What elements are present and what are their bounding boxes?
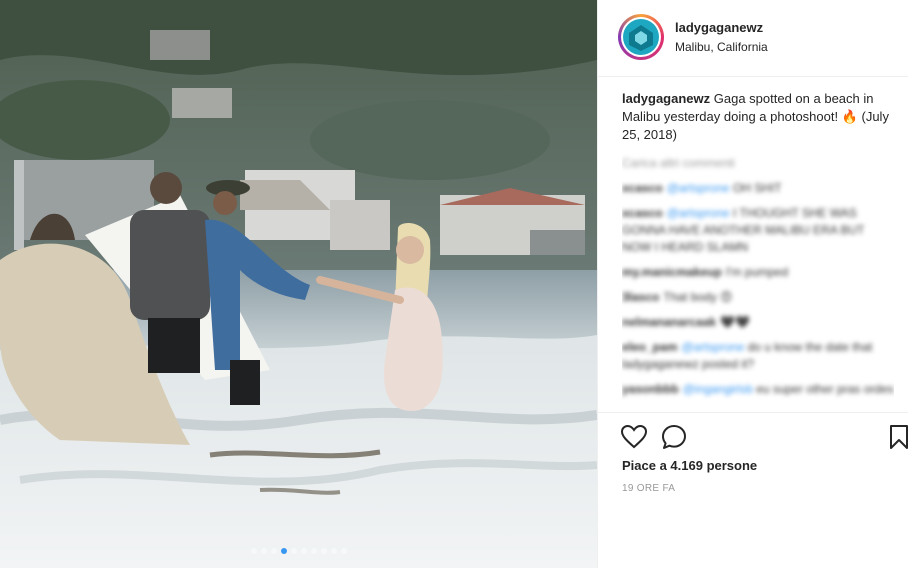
carousel-dot[interactable] [300, 548, 307, 554]
post-photo[interactable] [0, 0, 597, 568]
comment-mention[interactable]: @ingangirlsb [683, 382, 753, 396]
likes-count[interactable]: Piace a 4.169 persone [622, 458, 757, 473]
carousel-dot[interactable] [290, 548, 297, 554]
carousel-dot[interactable] [320, 548, 327, 554]
post-sidebar: ladygaganewz Malibu, California ladygaga… [597, 0, 915, 568]
comment-item: xcasco @artsprone I THOUGHT SHE WAS GONNA… [622, 205, 894, 256]
post-timestamp: 19 ORE FA [622, 483, 676, 494]
carousel-dot[interactable] [330, 548, 337, 554]
carousel-dots [0, 548, 597, 554]
carousel-dot[interactable] [280, 548, 287, 554]
comment-mention[interactable]: @artsprone [667, 206, 730, 220]
comment-mention[interactable]: @artsprone [681, 340, 744, 354]
comment-username[interactable]: xcasco [622, 206, 663, 220]
comment-text: That body 😍 [663, 290, 733, 304]
comment-username[interactable]: 3lasco [622, 290, 659, 304]
comment-item: my.manicmakeup I'm pumped [622, 264, 894, 281]
heart-icon[interactable] [620, 423, 648, 451]
post-header: ladygaganewz Malibu, California [598, 0, 908, 77]
comment-icon[interactable] [660, 423, 688, 451]
comment-item: 3lasco That body 😍 [622, 289, 894, 306]
comment-text: I'm pumped [725, 265, 789, 279]
caption: ladygaganewz Gaga spotted on a beach in … [622, 90, 894, 144]
carousel-dot[interactable] [260, 548, 267, 554]
comment-username[interactable]: eleo_pam [622, 340, 677, 354]
caption-username[interactable]: ladygaganewz [622, 91, 710, 106]
comment-text: OH SHIT [732, 181, 782, 195]
comment-username[interactable]: xcasco [622, 181, 663, 195]
post-actions: Piace a 4.169 persone 19 ORE FA [598, 412, 908, 501]
comments-list[interactable]: ladygaganewz Gaga spotted on a beach in … [622, 90, 894, 408]
comment-username[interactable]: yasonbbb [622, 382, 679, 396]
comment-mention[interactable]: @artsprone [667, 181, 730, 195]
comment-item: nelmananarcaak 🖤🖤 [622, 314, 894, 331]
carousel-dot[interactable] [310, 548, 317, 554]
username-link[interactable]: ladygaganewz [675, 20, 763, 35]
comment-text: eu super other pras ordes [756, 382, 894, 396]
bookmark-icon[interactable] [885, 423, 913, 451]
comment-item: eleo_pam @artsprone do u know the date th… [622, 339, 894, 373]
carousel-dot[interactable] [250, 548, 257, 554]
comment-username[interactable]: nelmananarcaak [622, 315, 716, 329]
comment-username[interactable]: my.manicmakeup [622, 265, 722, 279]
comment-item: yasonbbb @ingangirlsb eu super other pras… [622, 381, 894, 398]
carousel-dot[interactable] [270, 548, 277, 554]
carousel-dot[interactable] [340, 548, 347, 554]
avatar-image [623, 19, 659, 55]
beach-photo-image [0, 0, 597, 568]
location-link[interactable]: Malibu, California [675, 40, 768, 54]
avatar[interactable] [618, 14, 664, 60]
load-more-comments-link[interactable]: Carica altri commenti [622, 154, 894, 172]
comment-item: xcasco @artsprone OH SHIT [622, 180, 894, 197]
comment-text: 🖤🖤 [720, 315, 750, 329]
